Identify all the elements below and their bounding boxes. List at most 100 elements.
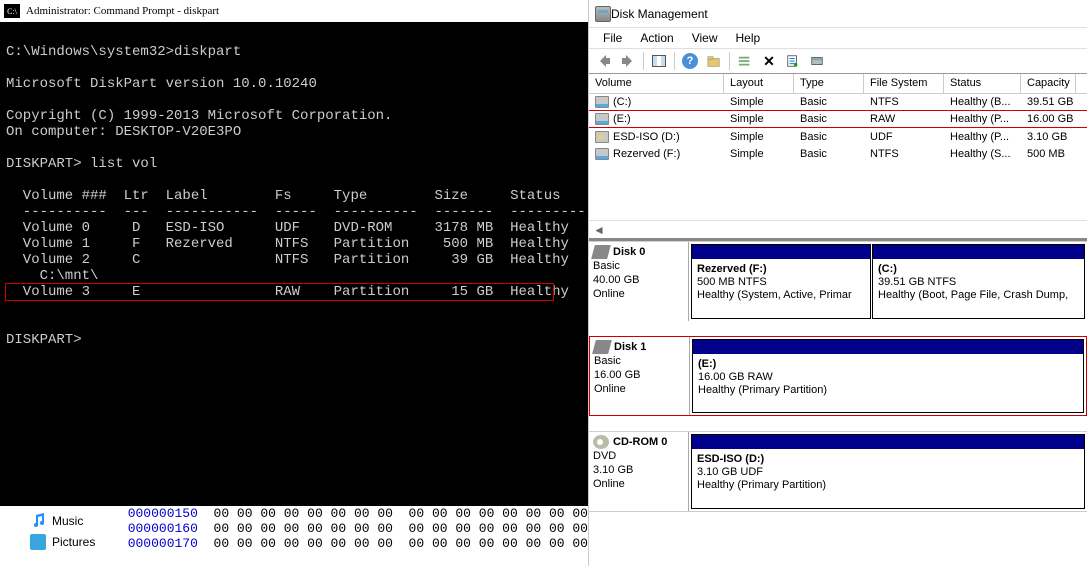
cell-type: Basic: [794, 113, 864, 125]
partition-info: 39.51 GB NTFS: [878, 276, 1079, 289]
cmd-prompt: DISKPART>: [6, 332, 90, 348]
help-icon: ?: [682, 53, 698, 69]
dm-menubar: File Action View Help: [589, 28, 1087, 48]
cmd-line: C:\mnt\: [6, 268, 98, 284]
cdrom-0-info: CD-ROM 0 DVD 3.10 GB Online: [589, 432, 689, 511]
partition-esdiso[interactable]: ESD-ISO (D:) 3.10 GB UDF Healthy (Primar…: [691, 434, 1085, 509]
back-button[interactable]: [593, 50, 615, 72]
cmd-line: DISKPART> list vol: [6, 156, 157, 172]
cell-type: Basic: [794, 131, 864, 143]
disk-name: CD-ROM 0: [613, 435, 667, 449]
cmd-line: Volume ### Ltr Label Fs Type Size Status…: [6, 188, 628, 204]
help-button[interactable]: ?: [679, 50, 701, 72]
menu-view[interactable]: View: [684, 29, 726, 47]
highlighted-volume-3: Volume 3 E RAW Partition 15 GB Healthy: [6, 284, 553, 300]
x-icon: ✕: [763, 53, 775, 70]
partition-e[interactable]: (E:) 16.00 GB RAW Healthy (Primary Parti…: [692, 339, 1084, 413]
partition-title: (C:): [878, 263, 1079, 276]
disk-state: Online: [593, 477, 684, 491]
extra-button[interactable]: [806, 50, 828, 72]
properties-button[interactable]: [782, 50, 804, 72]
cmd-icon: C:\: [4, 4, 20, 18]
delete-button[interactable]: ✕: [758, 50, 780, 72]
nav-music[interactable]: Music: [30, 512, 128, 530]
hex-bytes: 00 00 00 00 00 00 00 00 00 00 00 00 00 0…: [198, 536, 588, 551]
volume-row-c[interactable]: (C:) Simple Basic NTFS Healthy (B... 39.…: [589, 94, 1087, 111]
cell-layout: Simple: [724, 148, 794, 160]
nav-label: Pictures: [52, 535, 95, 549]
volume-list: (C:) Simple Basic NTFS Healthy (B... 39.…: [589, 94, 1087, 220]
volume-list-header: Volume Layout Type File System Status Ca…: [589, 74, 1087, 94]
list-hscroll[interactable]: ◄: [589, 220, 1087, 238]
partition-status: Healthy (Primary Partition): [697, 479, 1079, 492]
hex-addr: 000000170: [128, 536, 198, 551]
separator: [643, 52, 644, 70]
hex-addr: 000000160: [128, 521, 198, 536]
disk-state: Online: [593, 287, 684, 301]
menu-file[interactable]: File: [595, 29, 630, 47]
col-filesystem[interactable]: File System: [864, 74, 944, 93]
cell-fs: RAW: [864, 113, 944, 125]
disk-1-info: Disk 1 Basic 16.00 GB Online: [590, 337, 690, 415]
partition-title: Rezerved (F:): [697, 263, 865, 276]
disk-size: 3.10 GB: [593, 463, 684, 477]
menu-action[interactable]: Action: [632, 29, 681, 47]
col-status[interactable]: Status: [944, 74, 1021, 93]
explorer-hex-strip: Music Pictures 000000150 00 00 00 00 00 …: [0, 506, 588, 566]
col-volume[interactable]: Volume: [589, 74, 724, 93]
col-layout[interactable]: Layout: [724, 74, 794, 93]
cmd-line: C:\Windows\system32>diskpart: [6, 44, 241, 60]
partition-c[interactable]: (C:) 39.51 GB NTFS Healthy (Boot, Page F…: [872, 244, 1085, 319]
nav-pictures[interactable]: Pictures: [30, 533, 128, 551]
hdd-icon: [592, 340, 612, 354]
volume-row-d[interactable]: ESD-ISO (D:) Simple Basic UDF Healthy (P…: [589, 128, 1087, 145]
volume-row-e[interactable]: (E:) Simple Basic RAW Healthy (P... 16.0…: [589, 111, 1087, 128]
cdrom-0[interactable]: CD-ROM 0 DVD 3.10 GB Online ESD-ISO (D:)…: [589, 431, 1087, 511]
nav-label: Music: [52, 514, 83, 528]
dvd-icon: [593, 435, 609, 449]
cmd-line: Volume 2 C NTFS Partition 39 GB Healthy …: [6, 252, 628, 268]
hex-viewer[interactable]: 000000150 00 00 00 00 00 00 00 00 00 00 …: [128, 506, 588, 566]
cell-fs: NTFS: [864, 96, 944, 108]
col-type[interactable]: Type: [794, 74, 864, 93]
cmd-titlebar[interactable]: C:\ Administrator: Command Prompt - disk…: [0, 0, 588, 22]
partition-status: Healthy (Primary Partition): [698, 384, 1078, 397]
separator: [729, 52, 730, 70]
disk-icon: [810, 54, 824, 68]
cell-fs: UDF: [864, 131, 944, 143]
music-icon: [30, 513, 46, 529]
columns-icon: [652, 55, 666, 67]
cell-status: Healthy (B...: [944, 96, 1021, 108]
cell-cap: 3.10 GB: [1021, 131, 1076, 143]
cell-layout: Simple: [724, 96, 794, 108]
cell-status: Healthy (P...: [944, 131, 1021, 143]
cell-layout: Simple: [724, 113, 794, 125]
columns-view-button[interactable]: [648, 50, 670, 72]
disk-management-window: Disk Management File Action View Help ? …: [588, 0, 1087, 566]
disk-0[interactable]: Disk 0 Basic 40.00 GB Online Rezerved (F…: [589, 241, 1087, 321]
scroll-left-icon[interactable]: ◄: [591, 222, 607, 238]
cmd-output[interactable]: C:\Windows\system32>diskpart Microsoft D…: [0, 22, 588, 354]
hdd-icon: [591, 245, 611, 259]
settings-button[interactable]: [703, 50, 725, 72]
partition-title: ESD-ISO (D:): [697, 453, 1079, 466]
volume-row-f[interactable]: Rezerved (F:) Simple Basic NTFS Healthy …: [589, 145, 1087, 162]
partition-rezerved[interactable]: Rezerved (F:) 500 MB NTFS Healthy (Syste…: [691, 244, 871, 319]
cmd-window-title: Administrator: Command Prompt - diskpart: [26, 5, 219, 17]
volume-name: Rezerved (F:): [613, 148, 680, 160]
disk-size: 40.00 GB: [593, 273, 684, 287]
cell-type: Basic: [794, 148, 864, 160]
cmd-line: Volume 3 E RAW Partition 15 GB Healthy: [6, 284, 628, 300]
forward-button[interactable]: [617, 50, 639, 72]
menu-help[interactable]: Help: [728, 29, 769, 47]
drive-icon: [595, 113, 609, 125]
disk-1[interactable]: Disk 1 Basic 16.00 GB Online (E:) 16.00 …: [589, 336, 1087, 416]
disk-0-info: Disk 0 Basic 40.00 GB Online: [589, 242, 689, 321]
partition-info: 500 MB NTFS: [697, 276, 865, 289]
col-capacity[interactable]: Capacity: [1021, 74, 1076, 93]
disk-type: Basic: [594, 354, 685, 368]
cell-status: Healthy (P...: [944, 113, 1021, 125]
refresh-button[interactable]: [734, 50, 756, 72]
dm-titlebar[interactable]: Disk Management: [589, 0, 1087, 28]
cell-type: Basic: [794, 96, 864, 108]
